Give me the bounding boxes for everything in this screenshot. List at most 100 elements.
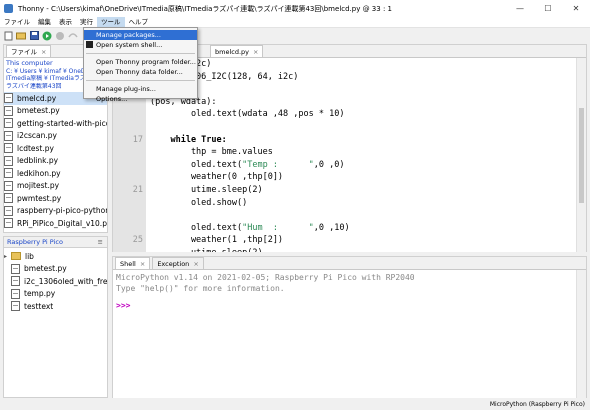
file-item[interactable]: bmetest.py: [4, 105, 107, 118]
code-line[interactable]: [146, 121, 576, 134]
file-icon: [4, 180, 13, 191]
open-file-icon[interactable]: [16, 31, 26, 41]
file-icon: [4, 143, 13, 154]
file-item[interactable]: lcdtest.py: [4, 142, 107, 155]
interpreter-status[interactable]: MicroPython (Raspberry Pi Pico): [490, 400, 585, 410]
file-icon: [11, 301, 20, 312]
code-token: oled.text(wdata ,48 ,pos * 10): [150, 109, 345, 120]
line-number: [113, 197, 146, 210]
code-token: "Hum : ": [242, 222, 314, 233]
code-line[interactable]: oled.show(): [146, 197, 576, 210]
menu-item-open-system-shell[interactable]: Open system shell...: [84, 40, 197, 50]
save-icon[interactable]: [29, 31, 39, 41]
code-token: while True:: [150, 134, 227, 145]
debug-icon[interactable]: [55, 31, 65, 41]
editor-scrollbar[interactable]: [576, 58, 586, 252]
menu-item-manage-plugins[interactable]: Manage plug-ins...: [84, 84, 197, 94]
code-editor[interactable]: e(i2c = i2c)306.SSD1306_I2C(128, 64, i2c…: [146, 58, 576, 252]
file-item[interactable]: i2cscan.py: [4, 130, 107, 143]
code-line[interactable]: e(i2c = i2c): [146, 58, 576, 71]
tab-editor-label: bmelcd.py: [215, 48, 250, 56]
file-icon: [4, 218, 13, 229]
file-item[interactable]: temp.py: [4, 288, 107, 301]
code-line[interactable]: while True:: [146, 134, 576, 147]
thonny-app-icon: [4, 4, 13, 13]
code-token: weather(1 ,thp[2]): [150, 235, 284, 246]
minimize-icon[interactable]: —: [506, 0, 534, 17]
line-number: [113, 108, 146, 121]
line-number: [113, 222, 146, 235]
menu-view[interactable]: 表示: [55, 17, 76, 28]
file-item[interactable]: ledblink.py: [4, 155, 107, 168]
status-bar: MicroPython (Raspberry Pi Pico): [0, 400, 590, 410]
code-line[interactable]: [146, 209, 576, 222]
line-number: [113, 209, 146, 222]
code-line[interactable]: thp = bme.values: [146, 146, 576, 159]
menu-help[interactable]: ヘルプ: [125, 17, 153, 28]
close-icon[interactable]: ×: [193, 260, 198, 268]
shell-scrollbar[interactable]: [576, 270, 586, 398]
code-token: "Temp : ": [242, 159, 314, 170]
file-item[interactable]: RPi_PiPico_Digital_v10.pd: [4, 217, 107, 230]
file-icon: [4, 118, 13, 129]
menu-run[interactable]: 実行: [76, 17, 97, 28]
file-icon: [4, 193, 13, 204]
panel-menu-icon[interactable]: ≡: [98, 237, 103, 248]
file-item[interactable]: pwmtest.py: [4, 192, 107, 205]
tab-editor-file[interactable]: bmelcd.py ×: [210, 45, 264, 57]
menu-item-open-program-folder[interactable]: Open Thonny program folder...: [84, 57, 197, 67]
window-title: Thonny - C:\Users\kimaf\OneDrive\ITmedia…: [18, 4, 392, 13]
maximize-icon[interactable]: ☐: [534, 0, 562, 17]
code-line[interactable]: [146, 83, 576, 96]
file-icon: [11, 288, 20, 299]
shell-output[interactable]: MicroPython v1.14 on 2021-02-05; Raspber…: [113, 270, 576, 398]
file-icon: [4, 130, 13, 141]
file-item[interactable]: getting-started-with-pico: [4, 117, 107, 130]
close-icon[interactable]: ×: [253, 48, 258, 56]
file-item[interactable]: raspberry-pi-pico-python: [4, 205, 107, 218]
pico-panel-title: Raspberry Pi Pico: [7, 238, 63, 246]
tools-dropdown-menu: Manage packages... Open system shell... …: [83, 27, 198, 103]
file-item[interactable]: i2c_1306oled_with_freq.p: [4, 275, 107, 288]
code-line[interactable]: (pos, wdata):: [146, 96, 576, 109]
line-number: 17: [132, 134, 143, 145]
menu-edit[interactable]: 編集: [34, 17, 55, 28]
tab-files[interactable]: ファイル ×: [6, 45, 52, 57]
code-token: thp = bme.values: [150, 147, 273, 158]
code-line[interactable]: 306.SSD1306_I2C(128, 64, i2c): [146, 71, 576, 84]
code-line[interactable]: weather(1 ,thp[2]): [146, 234, 576, 247]
menu-file[interactable]: ファイル: [0, 17, 34, 28]
menu-item-open-data-folder[interactable]: Open Thonny data folder...: [84, 67, 197, 77]
shell-prompt[interactable]: >>>: [113, 300, 576, 311]
line-number: [113, 121, 146, 134]
shell-panel: Shell × Exception × MicroPython v1.14 on 2…: [112, 256, 587, 398]
tab-exception[interactable]: Exception ×: [152, 257, 204, 269]
code-token: oled.text(: [150, 159, 243, 170]
file-item[interactable]: testtext: [4, 300, 107, 313]
file-icon: [4, 105, 13, 116]
expand-icon[interactable]: ▸: [4, 253, 11, 260]
close-icon[interactable]: ×: [41, 48, 46, 56]
file-icon: [11, 263, 20, 274]
folder-item[interactable]: ▸ lib: [4, 250, 107, 263]
menu-separator: [86, 80, 195, 81]
new-file-icon[interactable]: [3, 31, 13, 41]
menu-item-options[interactable]: Options...: [84, 94, 197, 104]
step-over-icon[interactable]: [68, 31, 78, 41]
file-item[interactable]: mojitest.py: [4, 180, 107, 193]
code-line[interactable]: utime.sleep(2): [146, 184, 576, 197]
code-line[interactable]: oled.text(wdata ,48 ,pos * 10): [146, 108, 576, 121]
file-item[interactable]: ledkihon.py: [4, 167, 107, 180]
tab-shell[interactable]: Shell ×: [115, 257, 151, 269]
run-icon[interactable]: [42, 31, 52, 41]
close-icon[interactable]: ✕: [562, 0, 590, 17]
code-line[interactable]: oled.text("Hum : ",0 ,10): [146, 222, 576, 235]
code-line[interactable]: utime.sleep(2): [146, 247, 576, 252]
code-line[interactable]: weather(0 ,thp[0]): [146, 171, 576, 184]
menu-item-manage-packages[interactable]: Manage packages...: [84, 30, 197, 40]
close-icon[interactable]: ×: [140, 260, 145, 268]
scroll-thumb[interactable]: [579, 108, 584, 203]
menu-tools[interactable]: ツール: [97, 16, 125, 28]
file-item[interactable]: bmetest.py: [4, 263, 107, 276]
code-line[interactable]: oled.text("Temp : ",0 ,0): [146, 159, 576, 172]
